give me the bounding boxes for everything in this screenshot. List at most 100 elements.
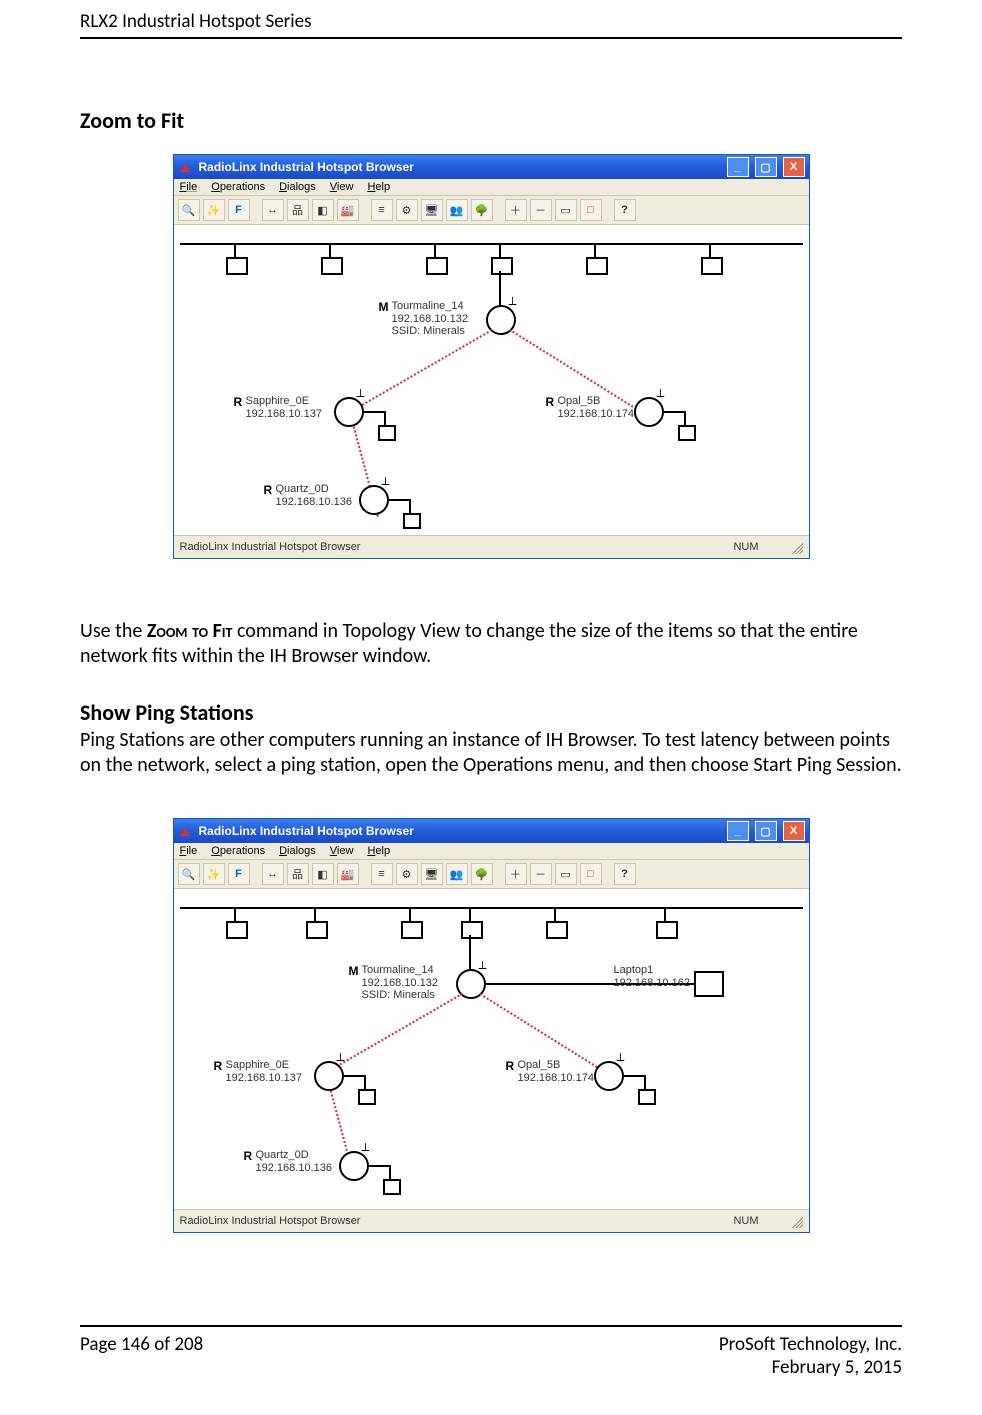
menu-dialogs[interactable]: Dialogs [279, 845, 316, 857]
node-opal[interactable] [634, 397, 664, 427]
tool-node-icon[interactable]: ◧ [312, 199, 334, 221]
tool-new-icon[interactable]: □ [580, 863, 602, 885]
maximize-button[interactable]: ▢ [755, 821, 777, 841]
label-quartz: Quartz_0D 192.168.10.136 [256, 1149, 336, 1174]
tool-zoomout-icon[interactable]: － [530, 863, 552, 885]
tool-zoomin-icon[interactable]: ＋ [505, 199, 527, 221]
tool-factory-icon[interactable]: 🏭 [337, 199, 359, 221]
tool-network-icon[interactable]: 品 [287, 863, 309, 885]
tool-wand-icon[interactable]: ✨ [203, 199, 225, 221]
topology-canvas[interactable]: ⟂ M Tourmaline_14 192.168.10.132 SSID: M… [174, 225, 809, 535]
menu-view[interactable]: View [330, 845, 354, 857]
close-button[interactable]: X [783, 821, 805, 841]
tool-node-icon[interactable]: ◧ [312, 863, 334, 885]
label-quartz: Quartz_0D 192.168.10.136 [276, 483, 356, 508]
tool-flag-icon[interactable]: F [228, 863, 250, 885]
menubar: File Operations Dialogs View Help [174, 179, 809, 196]
tool-connect-icon[interactable]: ↔ [262, 863, 284, 885]
tool-binoculars-icon[interactable]: 🔍 [178, 199, 200, 221]
tool-help-icon[interactable]: ? [614, 863, 636, 885]
app-window-2: RadioLinx Industrial Hotspot Browser _ ▢… [173, 818, 810, 1233]
statusbar: RadioLinx Industrial Hotspot Browser NUM [174, 1209, 809, 1232]
antenna-icon: ⟂ [382, 475, 390, 487]
resize-grip-icon[interactable] [789, 540, 803, 554]
status-text: RadioLinx Industrial Hotspot Browser [180, 541, 361, 553]
menu-file[interactable]: File [180, 181, 198, 193]
status-text: RadioLinx Industrial Hotspot Browser [180, 1215, 361, 1227]
menu-view[interactable]: View [330, 181, 354, 193]
resize-grip-icon[interactable] [789, 1214, 803, 1228]
tool-tree-icon[interactable]: 🌳 [471, 199, 493, 221]
maximize-button[interactable]: ▢ [755, 157, 777, 177]
antenna-icon: ⟂ [657, 387, 665, 399]
role-quartz: R [264, 483, 273, 497]
tool-wand-icon[interactable]: ✨ [203, 863, 225, 885]
menu-help[interactable]: Help [367, 845, 390, 857]
node-sapphire[interactable] [334, 397, 364, 427]
tool-tree-icon[interactable]: 🌳 [471, 863, 493, 885]
tool-zoomin-icon[interactable]: ＋ [505, 863, 527, 885]
tool-monitor-icon[interactable]: 🖥 [421, 199, 443, 221]
role-sapphire: R [214, 1059, 223, 1073]
tool-topology-icon[interactable]: ⚙ [396, 199, 418, 221]
tool-connect-icon[interactable]: ↔ [262, 199, 284, 221]
minimize-button[interactable]: _ [727, 157, 749, 177]
role-quartz: R [244, 1149, 253, 1163]
minimize-button[interactable]: _ [727, 821, 749, 841]
menu-help[interactable]: Help [367, 181, 390, 193]
zoom-description: Use the Zoom to Fit command in Topology … [80, 619, 902, 669]
toolbar: 🔍 ✨ F ↔ 品 ◧ 🏭 ≡ ⚙ 🖥 👥 🌳 ＋ － ▭ □ [174, 860, 809, 889]
ping-description: Ping Stations are other computers runnin… [80, 728, 902, 778]
menu-dialogs[interactable]: Dialogs [279, 181, 316, 193]
antenna-icon: ⟂ [337, 1051, 345, 1063]
menu-operations[interactable]: Operations [211, 845, 265, 857]
role-master: M [349, 964, 359, 978]
window-titlebar[interactable]: RadioLinx Industrial Hotspot Browser _ ▢… [174, 155, 809, 179]
tool-binoculars-icon[interactable]: 🔍 [178, 863, 200, 885]
label-sapphire: Sapphire_0E 192.168.10.137 [226, 1059, 311, 1084]
role-opal: R [506, 1059, 515, 1073]
label-opal: Opal_5B 192.168.10.174 [558, 395, 630, 420]
tool-network-icon[interactable]: 品 [287, 199, 309, 221]
statusbar: RadioLinx Industrial Hotspot Browser NUM [174, 535, 809, 558]
label-master: Tourmaline_14 192.168.10.132 SSID: Miner… [362, 964, 452, 1002]
tool-zoomfit-icon[interactable]: ▭ [555, 199, 577, 221]
footer-date: February 5, 2015 [772, 1356, 902, 1379]
page-footer: Page 146 of 208 ProSoft Technology, Inc.… [80, 1325, 902, 1379]
tool-zoomout-icon[interactable]: － [530, 199, 552, 221]
menu-file[interactable]: File [180, 845, 198, 857]
node-sapphire[interactable] [314, 1061, 344, 1091]
label-master: Tourmaline_14 192.168.10.132 SSID: Miner… [392, 300, 482, 338]
window-title: RadioLinx Industrial Hotspot Browser [199, 824, 414, 838]
page-header: RLX2 Industrial Hotspot Series [80, 10, 902, 39]
window-titlebar[interactable]: RadioLinx Industrial Hotspot Browser _ ▢… [174, 819, 809, 843]
close-button[interactable]: X [783, 157, 805, 177]
section-title-ping: Show Ping Stations [80, 699, 902, 726]
antenna-icon: ⟂ [509, 295, 517, 307]
label-laptop: Laptop1 192.168.10.162 [614, 964, 699, 989]
tool-help-icon[interactable]: ? [614, 199, 636, 221]
node-quartz[interactable] [359, 485, 389, 515]
label-sapphire: Sapphire_0E 192.168.10.137 [246, 395, 331, 420]
menu-operations[interactable]: Operations [211, 181, 265, 193]
tool-users-icon[interactable]: 👥 [446, 863, 468, 885]
tool-users-icon[interactable]: 👥 [446, 199, 468, 221]
tool-zoomfit-icon[interactable]: ▭ [555, 863, 577, 885]
tool-topology-icon[interactable]: ⚙ [396, 863, 418, 885]
node-quartz[interactable] [339, 1151, 369, 1181]
footer-page: Page 146 of 208 [80, 1333, 203, 1379]
tool-factory-icon[interactable]: 🏭 [337, 863, 359, 885]
tool-flag-icon[interactable]: F [228, 199, 250, 221]
tool-new-icon[interactable]: □ [580, 199, 602, 221]
section-title-zoom: Zoom to Fit [80, 107, 902, 134]
toolbar: 🔍 ✨ F ↔ 品 ◧ 🏭 ≡ ⚙ 🖥 👥 🌳 ＋ － ▭ □ [174, 196, 809, 225]
tool-list-icon[interactable]: ≡ [371, 199, 393, 221]
node-opal[interactable] [594, 1061, 624, 1091]
app-icon [180, 827, 190, 836]
role-opal: R [546, 395, 555, 409]
menubar: File Operations Dialogs View Help [174, 843, 809, 860]
window-title: RadioLinx Industrial Hotspot Browser [199, 160, 414, 174]
tool-monitor-icon[interactable]: 🖥 [421, 863, 443, 885]
topology-canvas[interactable]: ⟂ M Tourmaline_14 192.168.10.132 SSID: M… [174, 889, 809, 1209]
tool-list-icon[interactable]: ≡ [371, 863, 393, 885]
